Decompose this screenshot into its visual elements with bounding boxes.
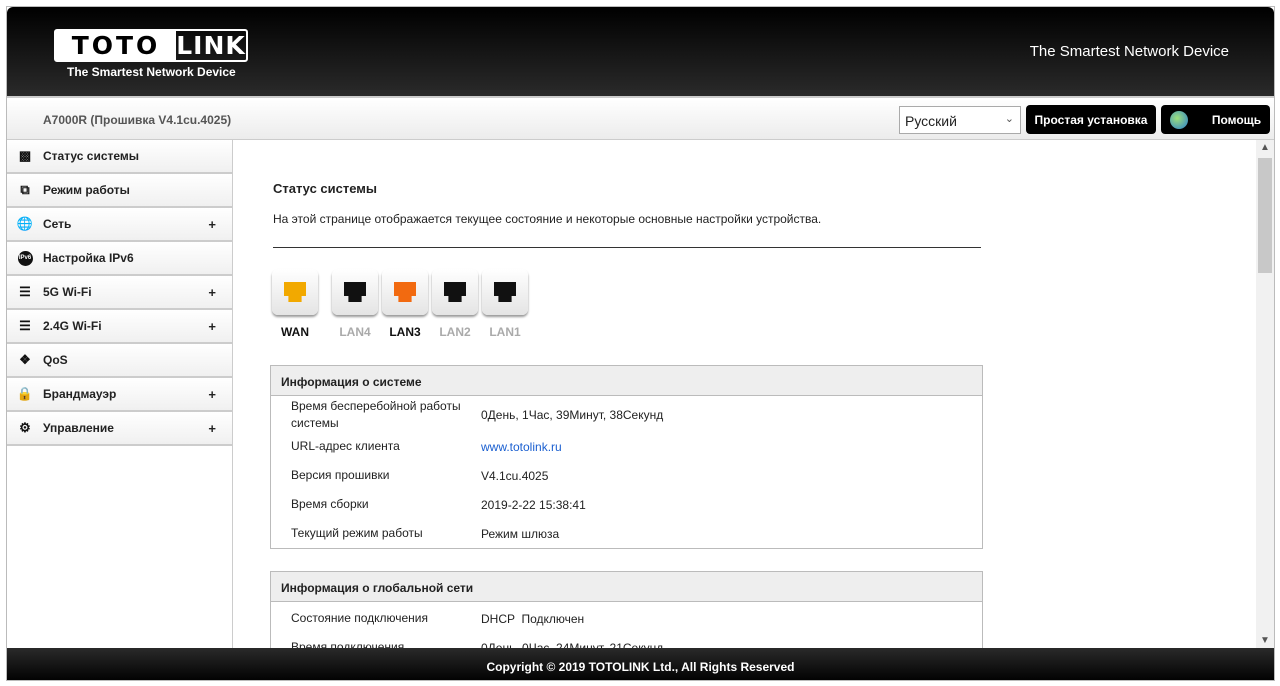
info-label: Время сборки <box>291 497 369 511</box>
ethernet-port-icon <box>482 269 528 315</box>
ipv6-icon: IPv6 <box>17 250 33 266</box>
sidebar-item[interactable]: IPv6 Настройка IPv6 <box>7 242 232 276</box>
header-tagline: The Smartest Network Device <box>1029 43 1229 60</box>
logo-tagline: The Smartest Network Device <box>67 65 236 79</box>
info-value: DHCP Подключен <box>481 611 585 626</box>
panel-header: Информация о системе <box>271 366 982 396</box>
port: LAN2 <box>432 269 478 339</box>
info-row: Состояние подключения DHCP Подключен <box>271 604 982 633</box>
info-row: Текущий режим работы Режим шлюза <box>271 519 982 548</box>
info-label: Состояние подключения <box>291 611 428 625</box>
help-button[interactable]: Помощь <box>1161 105 1270 134</box>
totolink-logo: TOTO LINK <box>54 29 248 62</box>
info-row: Версия прошивки V4.1cu.4025 <box>271 461 982 490</box>
divider <box>273 247 981 248</box>
expand-icon[interactable]: + <box>208 285 216 300</box>
port-status: WAN LAN4 LAN3 LAN2 LAN1 <box>272 269 532 339</box>
sidebar-item[interactable]: ☰ 5G Wi-Fi + <box>7 276 232 310</box>
info-value: 0День, 1Час, 39Минут, 38Секунд <box>481 408 664 422</box>
sidebar-item-label: Брандмауэр <box>43 387 117 401</box>
info-row: URL-адрес клиента www.totolink.ru <box>271 432 982 461</box>
sidebar-item-label: Режим работы <box>43 183 130 197</box>
port: WAN <box>272 269 318 339</box>
port: LAN3 <box>382 269 428 339</box>
info-value: Режим шлюза <box>481 526 560 541</box>
info-label: Версия прошивки <box>291 468 390 482</box>
ethernet-port-icon <box>272 269 318 315</box>
qos-icon: ❖ <box>19 352 31 367</box>
gear-icon: ⚙ <box>19 420 31 435</box>
sidebar-item[interactable]: ▩ Статус системы <box>7 140 232 174</box>
info-label: Время подключения <box>291 640 405 648</box>
sidebar-item[interactable]: ☰ 2.4G Wi-Fi + <box>7 310 232 344</box>
main-content: Статус системы На этой странице отобража… <box>233 140 1256 648</box>
globe-icon: 🌐 <box>16 216 34 231</box>
sidebar-item-label: Сеть <box>43 217 72 231</box>
port-label: WAN <box>281 325 309 339</box>
sidebar-item-label: 5G Wi-Fi <box>43 285 92 299</box>
panel-header: Информация о глобальной сети <box>271 572 982 602</box>
sidebar-item-label: Статус системы <box>43 149 140 163</box>
header: TOTO LINK The Smartest Network Device Th… <box>7 7 1274 96</box>
sidebar: ▩ Статус системы ⧉ Режим работы 🌐 Сеть + IPv6 На… <box>7 140 233 648</box>
footer: Copyright © 2019 TOTOLINK Ltd., All Righ… <box>7 648 1274 680</box>
router-admin-window: TOTO LINK The Smartest Network Device Th… <box>6 6 1275 681</box>
sidebar-item-label: 2.4G Wi-Fi <box>43 319 102 333</box>
scrollbar-thumb[interactable] <box>1258 158 1272 273</box>
info-value: 0День, 0Час, 24Минут, 21Секунд <box>481 640 664 649</box>
wifi-icon: ☰ <box>19 318 31 333</box>
info-row: Время подключения 0День, 0Час, 24Минут, 2… <box>271 633 982 648</box>
port-label: LAN4 <box>339 325 371 339</box>
ethernet-port-icon <box>332 269 378 315</box>
chat-icon: ▩ <box>18 148 32 163</box>
info-row: Время бесперебойной работы системы 0День,… <box>271 398 982 432</box>
info-row: Время сборки 2019-2-22 15:38:41 <box>271 490 982 519</box>
wifi-icon: ☰ <box>19 284 31 299</box>
language-select[interactable]: Русский ⌄ <box>899 106 1021 134</box>
lock-icon: 🔒 <box>16 386 34 401</box>
ethernet-port-icon <box>432 269 478 315</box>
top-bar: A7000R (Прошивка V4.1cu.4025) Русский ⌄ П… <box>7 96 1274 140</box>
client-url-link[interactable]: www.totolink.ru <box>481 440 562 454</box>
easy-setup-button[interactable]: Простая установка <box>1026 105 1156 134</box>
info-value: 2019-2-22 15:38:41 <box>481 497 586 512</box>
sidebar-item[interactable]: ⚙ Управление + <box>7 412 232 446</box>
sidebar-item[interactable]: 🔒 Брандмауэр + <box>7 378 232 412</box>
info-label: Время бесперебойной работы системы <box>291 399 461 430</box>
port-label: LAN3 <box>389 325 421 339</box>
page-title: Статус системы <box>273 181 378 196</box>
help-globe-icon <box>1169 110 1188 129</box>
sidebar-item-label: QoS <box>43 353 68 367</box>
port: LAN1 <box>482 269 528 339</box>
expand-icon[interactable]: + <box>208 387 216 402</box>
port-label: LAN1 <box>489 325 521 339</box>
scrollbar[interactable]: ▲ ▼ <box>1256 140 1274 648</box>
scroll-down-icon[interactable]: ▼ <box>1256 635 1274 646</box>
port-label: LAN2 <box>439 325 471 339</box>
sidebar-item[interactable]: 🌐 Сеть + <box>7 208 232 242</box>
chevron-down-icon: ⌄ <box>1004 113 1014 125</box>
expand-icon[interactable]: + <box>208 319 216 334</box>
windows-icon: ⧉ <box>20 182 30 197</box>
wan-info-panel: Информация о глобальной сети Состояние п… <box>270 571 983 648</box>
info-value: V4.1cu.4025 <box>481 468 549 483</box>
model-firmware-label: A7000R (Прошивка V4.1cu.4025) <box>43 113 232 127</box>
info-label: URL-адрес клиента <box>291 439 400 453</box>
sidebar-item-label: Настройка IPv6 <box>43 251 134 265</box>
scroll-up-icon[interactable]: ▲ <box>1256 142 1274 153</box>
system-info-panel: Информация о системе Время бесперебойной… <box>270 365 983 549</box>
info-label: Текущий режим работы <box>291 526 423 540</box>
expand-icon[interactable]: + <box>208 217 216 232</box>
sidebar-item-label: Управление <box>43 421 114 435</box>
page-description: На этой странице отображается текущее со… <box>273 212 822 226</box>
sidebar-item[interactable]: ⧉ Режим работы <box>7 174 232 208</box>
expand-icon[interactable]: + <box>208 421 216 436</box>
sidebar-item[interactable]: ❖ QoS <box>7 344 232 378</box>
port: LAN4 <box>332 269 378 339</box>
ethernet-port-icon <box>382 269 428 315</box>
